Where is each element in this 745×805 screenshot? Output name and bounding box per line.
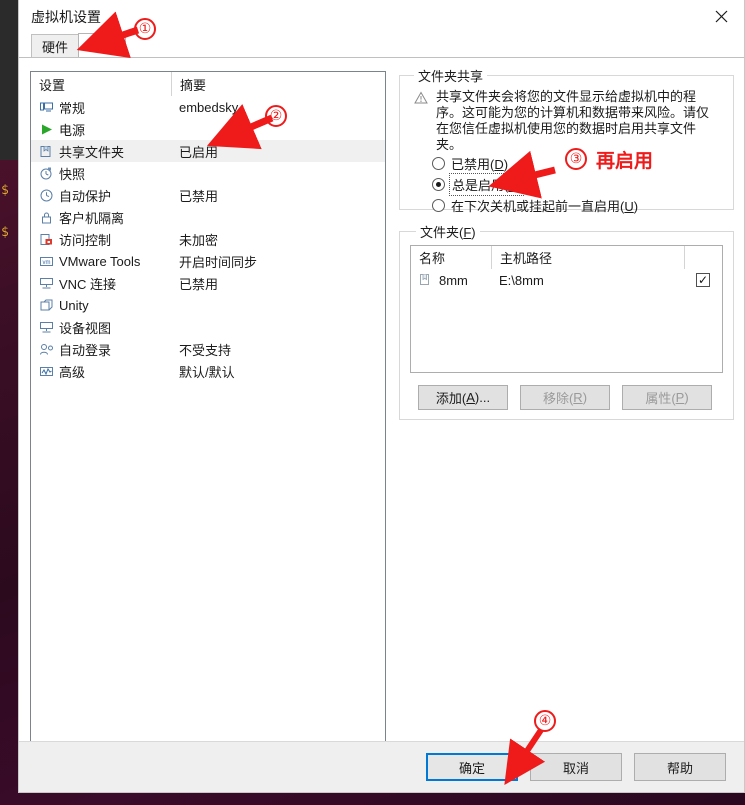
- settings-row-label: 快照: [59, 166, 86, 182]
- column-header-setting: 设置: [39, 77, 66, 93]
- settings-row-guest-isolation[interactable]: 客户机隔离: [31, 206, 385, 228]
- settings-row-device-view[interactable]: 设备视图: [31, 316, 385, 338]
- column-header-name: 名称: [419, 251, 446, 266]
- ok-button[interactable]: 确定: [426, 753, 518, 781]
- settings-row-shared-folders[interactable]: 共享文件夹 已启用: [31, 140, 385, 162]
- radio-disabled-indicator[interactable]: [432, 157, 445, 170]
- settings-row-label: 客户机隔离: [59, 210, 125, 226]
- settings-row-vnc[interactable]: VNC 连接 已禁用: [31, 272, 385, 294]
- settings-row-vmware-tools[interactable]: vm VMware Tools 开启时间同步: [31, 250, 385, 272]
- cancel-button[interactable]: 取消: [530, 753, 622, 781]
- dialog-footer: 确定 取消 帮助: [19, 741, 744, 792]
- sharing-warning-text: 共享文件夹会将您的文件显示给虚拟机中的程序。这可能为您的计算机和数据带来风险。请…: [436, 89, 710, 152]
- settings-row-label: 自动登录: [59, 342, 112, 358]
- settings-row-summary: 默认/默认: [179, 364, 235, 380]
- settings-row-access-control[interactable]: 访问控制 未加密: [31, 228, 385, 250]
- options-tab-panel: 设置 摘要 常规 embedsky 电源 共享文件夹 已启用 快照 自动保护 已…: [19, 57, 744, 750]
- vm-settings-dialog: 虚拟机设置 硬件 选项 设置 摘要 常规 embedsky 电源 共享文件夹 已…: [18, 0, 745, 793]
- radio-always-enabled[interactable]: 总是启用(E): [432, 173, 725, 196]
- settings-row-label: 访问控制: [59, 232, 112, 248]
- radio-always-enabled-indicator[interactable]: [432, 178, 445, 191]
- tab-hardware[interactable]: 硬件: [31, 34, 79, 57]
- folder-action-buttons: 添加(A)... 移除(R) 属性(P): [410, 385, 723, 410]
- radio-until-shutdown-indicator[interactable]: [432, 199, 445, 212]
- vmware-tools-icon: vm: [39, 254, 54, 269]
- column-header-host-path: 主机路径: [491, 246, 684, 269]
- monitor-icon: [39, 100, 54, 115]
- shared-folders-pane: 文件夹共享 共享文件夹会将您的文件显示给虚拟机中的程序。这可能为您的计算机和数据…: [399, 66, 734, 496]
- shared-folder-icon: [39, 144, 54, 159]
- close-icon[interactable]: [698, 0, 744, 33]
- add-folder-button[interactable]: 添加(A)...: [418, 385, 508, 410]
- settings-row-label: 常规: [59, 100, 86, 116]
- play-icon: [39, 122, 54, 137]
- radio-disabled-label: 已禁用(D): [451, 157, 509, 172]
- settings-row-label: VMware Tools: [59, 253, 141, 269]
- folders-table-row[interactable]: 8mm E:\8mm ✓: [411, 269, 722, 291]
- terminal-prompt: $: [1, 225, 9, 240]
- settings-row-summary: 开启时间同步: [179, 254, 258, 270]
- warning-triangle-icon: [414, 91, 429, 106]
- tab-options[interactable]: 选项: [78, 33, 126, 57]
- settings-row-label: Unity: [59, 297, 89, 313]
- svg-text:vm: vm: [43, 259, 51, 265]
- device-view-icon: [39, 320, 54, 335]
- settings-row-summary: 未加密: [179, 232, 219, 248]
- dialog-titlebar: 虚拟机设置: [19, 0, 744, 33]
- column-header-summary: 摘要: [171, 72, 385, 96]
- column-header-enabled: [684, 246, 722, 269]
- remove-folder-button: 移除(R): [520, 385, 610, 410]
- folders-table[interactable]: 名称 主机路径 8mm E:\8mm ✓: [410, 245, 723, 373]
- folder-enabled-checkbox[interactable]: ✓: [696, 273, 710, 287]
- folder-icon: [419, 273, 434, 288]
- folders-group: 文件夹(F) 名称 主机路径 8mm E:\8mm ✓ 添加(A)... 移…: [399, 222, 734, 420]
- settings-row-label: 共享文件夹: [59, 144, 125, 160]
- clock-icon: [39, 188, 54, 203]
- radio-disabled[interactable]: 已禁用(D): [432, 153, 725, 174]
- folder-host-path: E:\8mm: [499, 272, 544, 288]
- settings-row-label: 高级: [59, 364, 86, 380]
- snapshot-icon: [39, 166, 54, 181]
- settings-row-autoprotect[interactable]: 自动保护 已禁用: [31, 184, 385, 206]
- lock-icon: [39, 210, 54, 225]
- settings-row-power[interactable]: 电源: [31, 118, 385, 140]
- help-button[interactable]: 帮助: [634, 753, 726, 781]
- settings-row-auto-login[interactable]: 自动登录 不受支持: [31, 338, 385, 360]
- folder-sharing-group: 文件夹共享 共享文件夹会将您的文件显示给虚拟机中的程序。这可能为您的计算机和数据…: [399, 66, 734, 214]
- radio-until-shutdown[interactable]: 在下次关机或挂起前一直启用(U): [432, 195, 725, 216]
- folder-properties-button: 属性(P): [622, 385, 712, 410]
- settings-row-summary: embedsky: [179, 99, 239, 115]
- advanced-icon: [39, 364, 54, 379]
- access-lock-icon: [39, 232, 54, 247]
- folder-name: 8mm: [439, 272, 468, 288]
- settings-row-summary: 已启用: [179, 144, 219, 160]
- settings-row-summary: 已禁用: [179, 188, 219, 204]
- radio-always-enabled-label: 总是启用(E): [448, 173, 525, 196]
- tab-strip: 硬件 选项: [19, 33, 744, 57]
- settings-row-label: 电源: [59, 122, 86, 138]
- auto-login-icon: [39, 342, 54, 357]
- radio-until-shutdown-label: 在下次关机或挂起前一直启用(U): [451, 199, 639, 214]
- settings-row-label: 设备视图: [59, 320, 112, 336]
- settings-row-general[interactable]: 常规 embedsky: [31, 96, 385, 118]
- settings-row-summary: 已禁用: [179, 276, 219, 292]
- unity-icon: [39, 298, 54, 313]
- settings-row-label: 自动保护: [59, 188, 112, 204]
- folders-legend: 文件夹(F): [420, 225, 476, 240]
- settings-list-header: 设置 摘要: [31, 72, 385, 96]
- settings-row-snapshot[interactable]: 快照: [31, 162, 385, 184]
- terminal-prompt: $: [1, 183, 9, 198]
- settings-row-summary: 不受支持: [179, 342, 232, 358]
- folders-table-header: 名称 主机路径: [411, 246, 722, 269]
- sharing-warning: 共享文件夹会将您的文件显示给虚拟机中的程序。这可能为您的计算机和数据带来风险。请…: [408, 87, 725, 153]
- settings-row-advanced[interactable]: 高级 默认/默认: [31, 360, 385, 382]
- settings-row-unity[interactable]: Unity: [31, 294, 385, 316]
- dialog-title: 虚拟机设置: [31, 8, 101, 25]
- vnc-icon: [39, 276, 54, 291]
- folder-sharing-legend: 文件夹共享: [418, 69, 484, 84]
- settings-row-label: VNC 连接: [59, 276, 117, 292]
- settings-list[interactable]: 设置 摘要 常规 embedsky 电源 共享文件夹 已启用 快照 自动保护 已…: [30, 71, 386, 750]
